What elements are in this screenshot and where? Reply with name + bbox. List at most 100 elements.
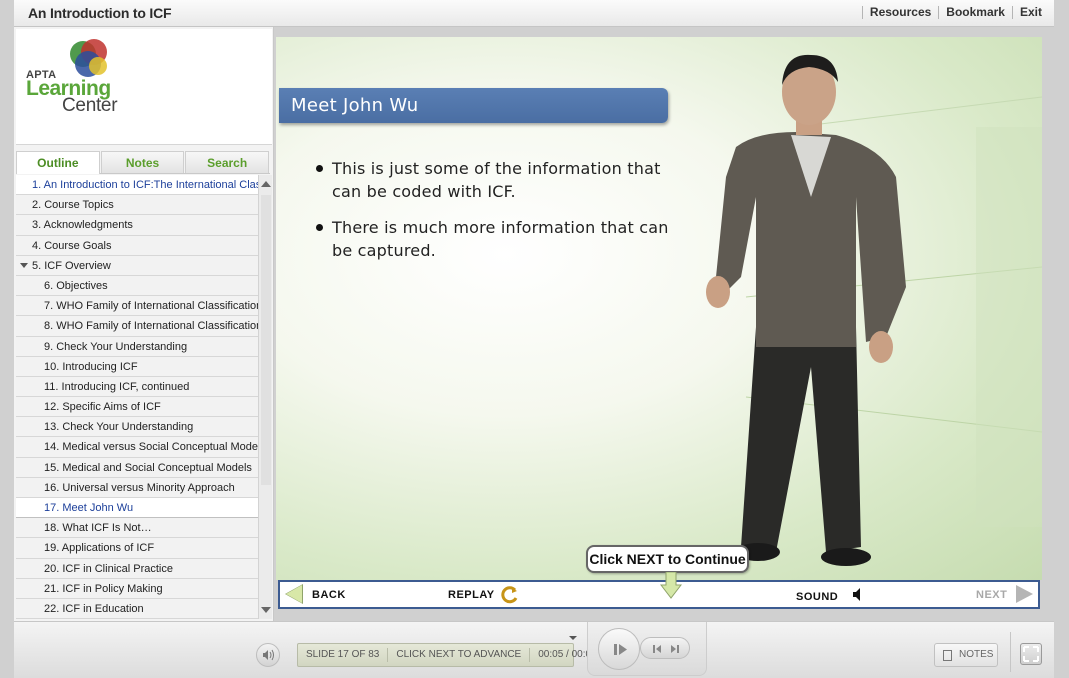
sidebar-tabs: Outline Notes Search [16, 151, 270, 174]
exit-link[interactable]: Exit [1011, 6, 1042, 19]
back-arrow-fill [286, 585, 302, 603]
status-panel: SLIDE 17 OF 83 CLICK NEXT TO ADVANCE 00:… [297, 643, 597, 667]
outline-item[interactable]: 10. Introducing ICF [16, 356, 258, 377]
replay-label: REPLAY [448, 589, 495, 601]
outline-item-label: 5. ICF Overview [32, 259, 111, 272]
bullet-1: This is just some of the information tha… [314, 157, 694, 203]
seek-buttons [640, 637, 690, 659]
outline-item-label: 8. WHO Family of International Classific… [44, 320, 258, 333]
expand-caret-icon[interactable] [20, 262, 28, 268]
outline-item-label: 15. Medical and Social Conceptual Models [44, 461, 252, 474]
logo-center: Center [62, 95, 118, 116]
outline-item-label: 3. Acknowledgments [32, 219, 133, 232]
next-button[interactable]: NEXT [976, 582, 1038, 607]
outline-item[interactable]: 6. Objectives [16, 275, 258, 297]
tab-notes[interactable]: Notes [100, 151, 185, 173]
outline-item-label: 19. Applications of ICF [44, 542, 155, 555]
outline-item[interactable]: 17. Meet John Wu [16, 498, 258, 519]
speaker-icon [853, 588, 860, 601]
bookmark-link[interactable]: Bookmark [938, 6, 1012, 19]
tab-search[interactable]: Search [185, 151, 270, 173]
outline-item-label: 13. Check Your Understanding [44, 421, 194, 434]
notes-icon [943, 650, 952, 661]
outline-item[interactable]: 5. ICF Overview [16, 255, 258, 276]
play-pause-icon [614, 644, 627, 655]
outline-item[interactable]: 1. An Introduction to ICF:The Internatio… [16, 175, 258, 196]
back-button[interactable]: BACK [285, 582, 356, 607]
outline-item-label: 18. What ICF Is Not… [44, 522, 152, 535]
seek-icons [653, 645, 679, 653]
outline-item[interactable]: 20. ICF in Clinical Practice [16, 558, 258, 579]
play-button[interactable] [598, 628, 640, 670]
notes-button[interactable]: NOTES [934, 643, 998, 667]
down-arrow-icon [660, 572, 682, 599]
sound-label: SOUND [796, 591, 839, 603]
scroll-up-icon[interactable] [261, 181, 271, 187]
volume-icon [263, 649, 274, 661]
outline-item-label: 1. An Introduction to ICF:The Internatio… [32, 179, 258, 191]
bullet-2: There is much more information that can … [314, 216, 694, 262]
course-title: An Introduction to ICF [28, 5, 172, 21]
slide-counter: SLIDE 17 OF 83 [298, 648, 389, 662]
outline-item-label: 21. ICF in Policy Making [44, 582, 163, 595]
fullscreen-icon [1023, 646, 1039, 662]
replay-button[interactable]: REPLAY [448, 582, 528, 607]
outline-item[interactable]: 7. WHO Family of International Classific… [16, 296, 258, 317]
next-callout: Click NEXT to Continue [586, 545, 749, 573]
slide-nav-bar: BACK REPLAY SOUND NEXT [278, 572, 1040, 609]
divider [1010, 632, 1011, 672]
outline-item-label: 7. WHO Family of International Classific… [44, 300, 258, 313]
scroll-down-icon[interactable] [261, 607, 271, 613]
outline-item[interactable]: 14. Medical versus Social Conceptual Mod… [16, 437, 258, 458]
outline-item[interactable]: 16. Universal versus Minority Approach [16, 477, 258, 498]
outline-item[interactable]: 4. Course Goals [16, 235, 258, 256]
slide-bullets: This is just some of the information tha… [314, 157, 694, 275]
outline-item[interactable]: 18. What ICF Is Not… [16, 518, 258, 539]
outline-item-label: 2. Course Topics [32, 199, 114, 212]
outline-item[interactable]: 3. Acknowledgments [16, 215, 258, 236]
top-bar: An Introduction to ICF Resources Bookmar… [14, 0, 1054, 27]
top-links: Resources Bookmark Exit [861, 6, 1042, 19]
outline-item[interactable]: 21. ICF in Policy Making [16, 578, 258, 599]
outline-item[interactable]: 11. Introducing ICF, continued [16, 376, 258, 398]
outline-item-label: 12. Specific Aims of ICF [44, 401, 161, 414]
outline-item-label: 14. Medical versus Social Conceptual Mod… [44, 441, 258, 454]
outline-item-label: 11. Introducing ICF, continued [44, 380, 190, 393]
outline-item-label: 4. Course Goals [32, 239, 112, 252]
next-label: NEXT [976, 589, 1008, 601]
outline-list: 1. An Introduction to ICF:The Internatio… [16, 175, 258, 619]
outline-item[interactable]: 15. Medical and Social Conceptual Models [16, 457, 258, 478]
sound-button[interactable]: SOUND [796, 582, 876, 607]
outline-item[interactable]: 2. Course Topics [16, 195, 258, 216]
slide-stage: Meet John Wu This is just some of the in… [276, 37, 1042, 580]
outline-item-label: 9. Check Your Understanding [44, 340, 188, 353]
outline-item-label: 17. Meet John Wu [44, 502, 134, 514]
status-text: CLICK NEXT TO ADVANCE [388, 648, 531, 662]
replay-icon [501, 586, 518, 604]
fullscreen-button[interactable] [1020, 643, 1042, 665]
outline-item[interactable]: 13. Check Your Understanding [16, 417, 258, 438]
notes-label: NOTES [959, 649, 994, 660]
outline-item-label: 22. ICF in Education [44, 602, 144, 615]
logo-circles-icon [70, 39, 107, 77]
resources-link[interactable]: Resources [861, 6, 938, 19]
outline-scrollbar[interactable] [258, 175, 272, 619]
volume-button[interactable] [256, 643, 280, 667]
playback-controls [587, 622, 707, 676]
outline-item[interactable]: 9. Check Your Understanding [16, 336, 258, 357]
tab-outline[interactable]: Outline [16, 151, 100, 174]
next-arrow-icon [1016, 585, 1033, 603]
back-label: BACK [312, 589, 346, 601]
player-window: An Introduction to ICF Resources Bookmar… [0, 0, 1069, 678]
outline-item[interactable]: 8. WHO Family of International Classific… [16, 316, 258, 337]
outline-item[interactable]: 19. Applications of ICF [16, 538, 258, 559]
scroll-thumb[interactable] [261, 195, 271, 485]
outline-item[interactable]: 12. Specific Aims of ICF [16, 397, 258, 418]
status-menu-chevron-icon[interactable] [569, 636, 577, 640]
outline-item-label: 10. Introducing ICF [44, 360, 138, 373]
logo: APTA Learning Center [16, 29, 272, 145]
outline-item-label: 20. ICF in Clinical Practice [44, 562, 173, 575]
sidebar: APTA Learning Center Outline Notes Searc… [14, 27, 274, 621]
outline-item-label: 16. Universal versus Minority Approach [44, 481, 235, 494]
outline-item[interactable]: 22. ICF in Education [16, 598, 258, 619]
